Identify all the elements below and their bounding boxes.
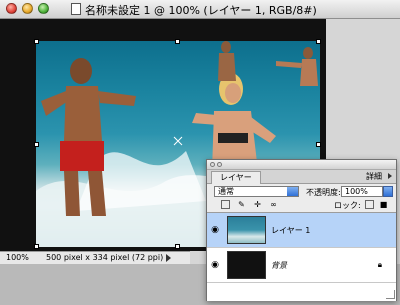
lock-image-icon[interactable]: ✎ xyxy=(237,200,246,209)
lock-transparency-icon[interactable] xyxy=(221,200,230,209)
stepper-icon[interactable] xyxy=(287,187,298,196)
palette-title-bar[interactable] xyxy=(207,160,396,170)
eye-icon[interactable]: ◉ xyxy=(210,260,220,270)
lock-position-icon[interactable]: ✛ xyxy=(253,200,262,209)
tab-layers[interactable]: レイヤー xyxy=(211,171,261,184)
opacity-label: 不透明度: xyxy=(306,188,341,197)
layer-thumbnail xyxy=(227,251,266,279)
minimize-icon[interactable] xyxy=(217,162,222,167)
opacity-value: 100% xyxy=(345,187,368,196)
layer-row[interactable]: ◉ レイヤー 1 xyxy=(207,213,396,248)
status-bar: 100% 500 pixel x 334 pixel (72 ppi) xyxy=(0,251,190,264)
title-bar[interactable]: 名称未設定 1 @ 100% (レイヤー 1, RGB/8#) xyxy=(0,0,400,19)
layer-name: 背景 xyxy=(271,261,287,270)
layer-thumbnail xyxy=(227,216,266,244)
transform-handle[interactable] xyxy=(316,39,321,44)
lock-icon[interactable]: ■ xyxy=(379,200,388,209)
transform-handle[interactable] xyxy=(34,244,39,249)
window-title: 名称未設定 1 @ 100% (レイヤー 1, RGB/8#) xyxy=(85,4,317,17)
layer-row[interactable]: ◉ 背景 🔒︎ xyxy=(207,248,396,283)
zoom-icon[interactable] xyxy=(38,3,49,14)
zoom-level[interactable]: 100% xyxy=(6,253,29,262)
chevron-right-icon[interactable] xyxy=(166,254,171,262)
photoshop-document-window: 名称未設定 1 @ 100% (レイヤー 1, RGB/8#) 100% 500… xyxy=(0,0,400,305)
transform-handle[interactable] xyxy=(34,142,39,147)
minimize-icon[interactable] xyxy=(22,3,33,14)
palette-tab-bar: レイヤー 詳細 xyxy=(207,170,396,184)
lock-icon: 🔒︎ xyxy=(377,260,382,269)
document-icon xyxy=(71,3,81,15)
transform-handle[interactable] xyxy=(316,142,321,147)
blend-mode-value: 通常 xyxy=(218,187,234,196)
lock-row: ✎ ✛ ∞ ロック: ■ xyxy=(207,199,396,211)
palette-menu-button[interactable]: 詳細 xyxy=(366,171,382,182)
chevron-right-icon[interactable] xyxy=(388,173,392,179)
layer-list: ◉ レイヤー 1 ◉ 背景 🔒︎ xyxy=(207,212,396,301)
blend-mode-select[interactable]: 通常 xyxy=(214,186,299,197)
chevron-right-icon[interactable] xyxy=(383,186,393,197)
transform-handle[interactable] xyxy=(34,39,39,44)
layers-palette: レイヤー 詳細 通常 不透明度: 100% ✎ ✛ ∞ ロック: ■ ◉ レイヤ xyxy=(206,159,397,301)
eye-icon[interactable]: ◉ xyxy=(210,225,220,235)
resize-handle[interactable] xyxy=(386,290,395,299)
lock-label: ロック: xyxy=(334,201,361,210)
transform-handle[interactable] xyxy=(175,244,180,249)
close-icon[interactable] xyxy=(210,162,215,167)
lock-all-icon[interactable] xyxy=(365,200,374,209)
link-icon[interactable]: ∞ xyxy=(269,200,278,209)
opacity-field[interactable]: 100% xyxy=(341,186,383,197)
layer-name: レイヤー 1 xyxy=(271,226,311,235)
close-icon[interactable] xyxy=(6,3,17,14)
transform-handle[interactable] xyxy=(175,39,180,44)
document-info: 500 pixel x 334 pixel (72 ppi) xyxy=(46,253,164,262)
